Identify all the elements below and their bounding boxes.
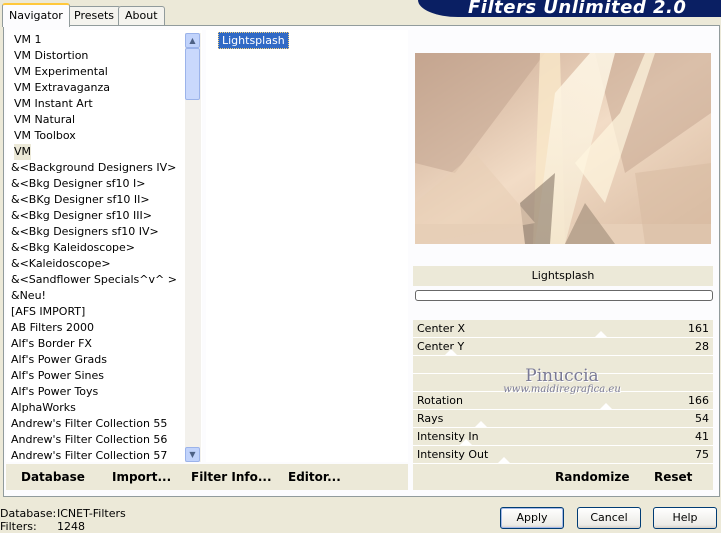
category-item[interactable]: &<Bkg Designer sf10 I> [11,176,146,192]
slider-thumb[interactable] [459,439,473,446]
category-item[interactable]: Andrew's Filter Collection 56 [11,432,167,448]
tab-about[interactable]: About [118,6,165,25]
category-item[interactable]: Andrew's Filter Collection 57 [11,448,167,462]
slider-thumb[interactable] [474,421,488,428]
preview-graphic [415,53,711,244]
category-item[interactable]: VM 1 [14,32,42,48]
category-item[interactable]: [AFS IMPORT] [11,304,85,320]
slider-thumb[interactable] [444,349,458,356]
tab-presets[interactable]: Presets [67,6,122,25]
param-slider[interactable]: Center X 161 [413,320,713,338]
category-item[interactable]: &<Bkg Designers sf10 IV> [11,224,159,240]
param-value: 166 [688,394,709,407]
app-title: Filters Unlimited 2.0 [468,0,687,18]
right-toolbar: Randomize Reset [413,464,713,490]
param-value: 54 [695,412,709,425]
param-value: 75 [695,448,709,461]
category-scrollbar[interactable]: ▲ ▼ [185,33,201,462]
slider-thumb[interactable] [599,403,613,410]
category-item[interactable]: VM Distortion [14,48,88,64]
chevron-down-icon[interactable]: ▼ [185,447,200,462]
param-value: 41 [695,430,709,443]
category-item[interactable]: AB Filters 2000 [11,320,94,336]
param-label: Center X [417,322,466,335]
left-toolbar: Database Import... Filter Info... Editor… [6,464,408,490]
preview-image [415,53,711,244]
param-slider[interactable]: Rotation 166 [413,392,713,410]
param-slider[interactable] [413,356,713,374]
import-button[interactable]: Import... [112,470,171,484]
param-label: Rays [417,412,444,425]
reset-button[interactable]: Reset [654,470,692,484]
tab-bar: Navigator Presets About [0,0,430,27]
category-item[interactable]: VM Toolbox [14,128,76,144]
category-item[interactable]: &<Kaleidoscope> [11,256,111,272]
category-item[interactable]: Alf's Power Grads [11,352,107,368]
category-item[interactable]: VM Instant Art [14,96,93,112]
filters-label: Filters: [0,520,37,533]
param-value: 28 [695,340,709,353]
help-button[interactable]: Help [653,507,717,529]
category-item[interactable]: VM Experimental [14,64,108,80]
app-banner: Filters Unlimited 2.0 [418,0,721,18]
category-item[interactable]: Alf's Border FX [11,336,92,352]
param-slider[interactable]: Rays 54 [413,410,713,428]
category-item[interactable]: VM Extravaganza [14,80,110,96]
randomize-button[interactable]: Randomize [555,470,629,484]
cancel-button[interactable]: Cancel [577,507,641,529]
category-item[interactable]: Alf's Power Toys [11,384,98,400]
slider-thumb[interactable] [497,457,511,464]
category-list[interactable]: VM 1 VM Distortion VM Experimental VM Extra… [6,30,202,462]
category-item[interactable]: &<BKg Designer sf10 II> [11,192,150,208]
database-button[interactable]: Database [21,470,85,484]
param-label: Intensity Out [417,448,489,461]
slider-thumb[interactable] [594,331,608,338]
chevron-up-icon[interactable]: ▲ [185,33,200,48]
param-label: Rotation [417,394,464,407]
category-item[interactable]: &<Sandflower Specials^v^ > [11,272,177,288]
param-slider[interactable]: Intensity In 41 [413,428,713,446]
apply-button[interactable]: Apply [500,507,564,529]
filters-count: 1248 [57,520,85,533]
param-slider[interactable]: Intensity Out 75 [413,446,713,464]
category-item[interactable]: Andrew's Filter Collection 55 [11,416,167,432]
param-slider[interactable]: Center Y 28 [413,338,713,356]
category-item[interactable]: &<Bkg Designer sf10 III> [11,208,152,224]
category-item[interactable]: AlphaWorks [11,400,76,416]
tab-navigator[interactable]: Navigator [2,3,70,27]
category-item[interactable]: Alf's Power Sines [11,368,104,384]
progress-bar [415,290,713,301]
param-slider[interactable] [413,374,713,392]
filter-item-lightsplash[interactable]: Lightsplash [218,32,289,49]
editor-button[interactable]: Editor... [288,470,341,484]
scrollbar-thumb[interactable] [185,48,200,100]
category-item[interactable]: &Neu! [11,288,46,304]
param-value: 161 [688,322,709,335]
category-item[interactable]: &<Background Designers IV> [11,160,176,176]
category-item[interactable]: &<Bkg Kaleidoscope> [11,240,135,256]
filter-name-label: Lightsplash [413,266,713,286]
filter-list[interactable]: Lightsplash [206,30,408,462]
filter-info-button[interactable]: Filter Info... [191,470,272,484]
database-value: ICNET-Filters [57,507,126,520]
category-item[interactable]: VM Natural [14,112,75,128]
category-item[interactable]: VM [14,144,32,160]
database-label: Database: [0,507,57,520]
